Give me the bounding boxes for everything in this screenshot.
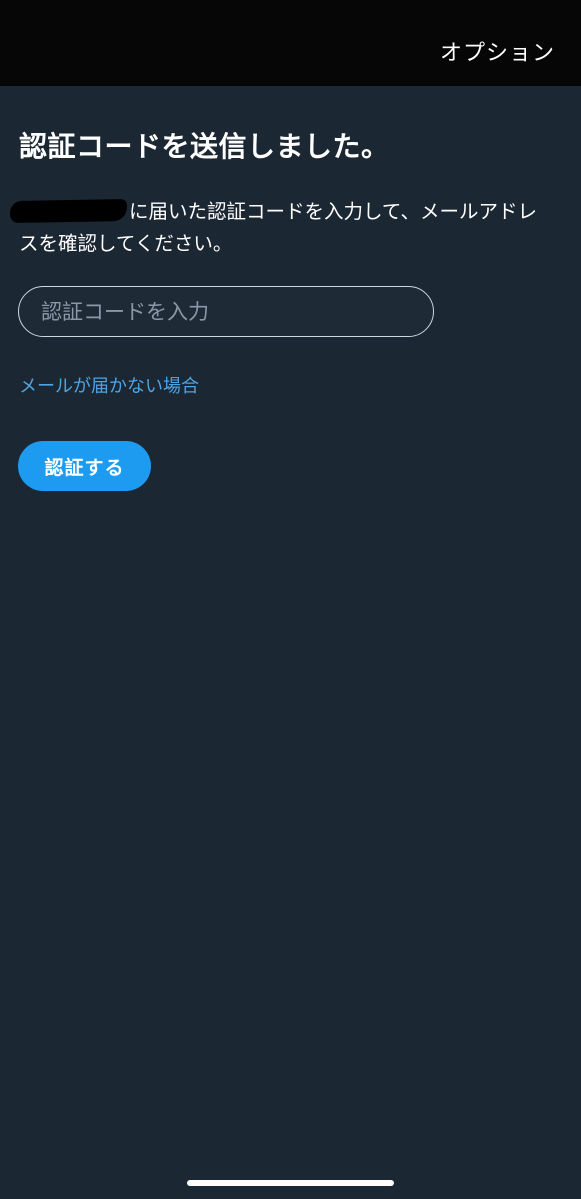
top-bar: オプション — [0, 0, 581, 86]
options-button[interactable]: オプション — [440, 40, 555, 68]
verify-button[interactable]: 認証する — [18, 441, 151, 491]
description: に届いた認証コードを入力して、メールアドレ スを確認してください。 — [9, 196, 567, 260]
home-indicator — [187, 1180, 394, 1186]
description-line-2: スを確認してください。 — [19, 232, 233, 255]
description-text-1: に届いた認証コードを入力して、メールアドレ — [129, 200, 537, 223]
email-not-received-link[interactable]: メールが届かない場合 — [19, 374, 199, 400]
verification-code-input[interactable] — [19, 287, 433, 336]
redacted-email — [9, 198, 128, 224]
code-input-container — [18, 286, 434, 337]
description-line-1: に届いた認証コードを入力して、メールアドレ — [9, 196, 567, 228]
page-title: 認証コードを送信しました。 — [19, 130, 390, 163]
